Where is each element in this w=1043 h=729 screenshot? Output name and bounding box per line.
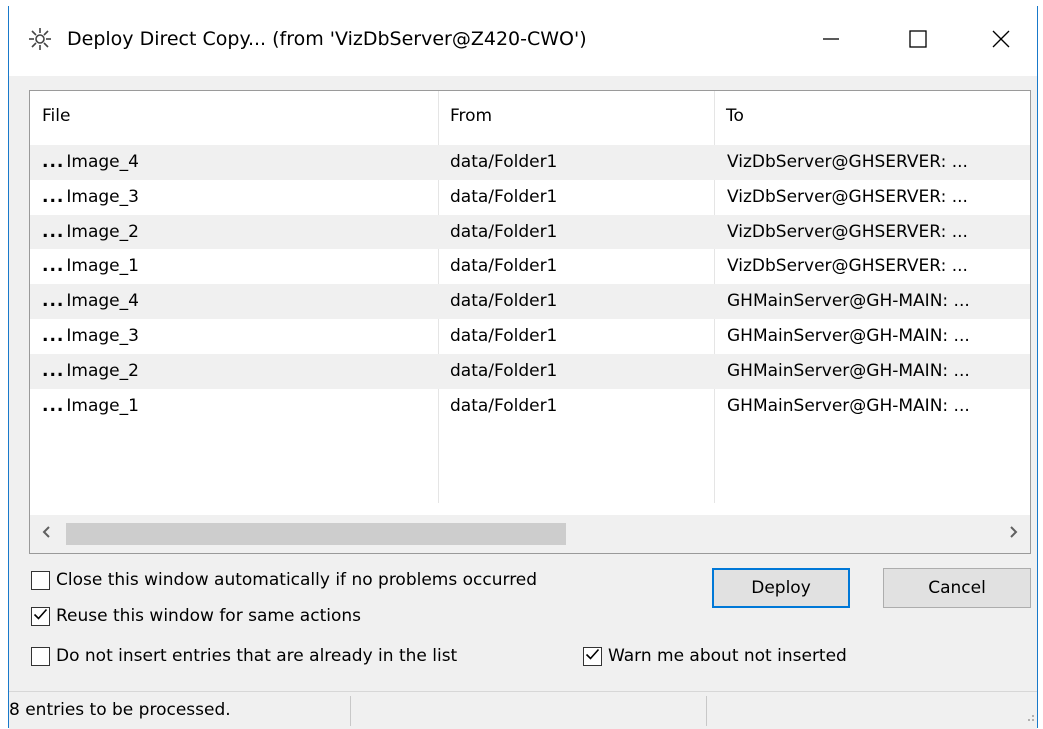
file-cell: ... Image_1 xyxy=(42,249,432,284)
checkmark-icon xyxy=(33,606,48,626)
from-cell: data/Folder1 xyxy=(450,325,558,346)
checkmark-icon xyxy=(585,646,600,666)
file-cell: ... Image_3 xyxy=(42,319,432,354)
column-header-file[interactable]: File xyxy=(30,91,438,141)
from-cell: data/Folder1 xyxy=(450,291,558,312)
file-name: Image_3 xyxy=(66,186,139,207)
column-header-from[interactable]: From xyxy=(438,91,714,141)
minimize-button[interactable] xyxy=(797,6,865,76)
tree-dots: ... xyxy=(42,395,65,416)
no-insert-duplicates-checkbox[interactable] xyxy=(31,646,50,666)
minimize-icon xyxy=(821,29,841,54)
tree-dots: ... xyxy=(42,256,65,277)
no-insert-duplicates-label: Do not insert entries that are already i… xyxy=(56,646,458,666)
tree-dots: ... xyxy=(42,186,65,207)
scroll-thumb[interactable] xyxy=(66,523,566,545)
scroll-left-button[interactable] xyxy=(30,515,64,553)
column-header-to[interactable]: To xyxy=(714,91,1030,141)
from-cell: data/Folder1 xyxy=(450,186,558,207)
deploy-dialog: Deploy Direct Copy... (from 'VizDbServer… xyxy=(8,6,1038,729)
table-row[interactable]: ... Image_4 data/Folder1 VizDbServer@GHSE… xyxy=(30,145,1030,180)
to-cell: GHMainServer@GH-MAIN: ... xyxy=(727,325,970,346)
close-automatically-label: Close this window automatically if no pr… xyxy=(56,570,538,590)
window-title: Deploy Direct Copy... (from 'VizDbServer… xyxy=(67,28,587,50)
status-divider xyxy=(706,696,707,726)
chevron-left-icon xyxy=(41,524,53,544)
warn-not-inserted-checkbox[interactable] xyxy=(583,646,602,666)
title-bar[interactable]: Deploy Direct Copy... (from 'VizDbServer… xyxy=(9,6,1037,76)
table-row[interactable]: ... Image_2 data/Folder1 GHMainServer@GH-… xyxy=(30,353,1030,389)
reuse-window-option[interactable]: Reuse this window for same actions xyxy=(31,606,361,626)
file-cell: ... Image_1 xyxy=(42,389,432,424)
file-cell: ... Image_3 xyxy=(42,180,432,215)
to-cell: GHMainServer@GH-MAIN: ... xyxy=(727,360,970,381)
status-bar: 8 entries to be processed. xyxy=(9,691,1037,729)
to-cell: VizDbServer@GHSERVER: ... xyxy=(727,221,968,242)
file-name: Image_1 xyxy=(66,395,139,416)
warn-not-inserted-label: Warn me about not inserted xyxy=(608,646,847,666)
table-row[interactable]: ... Image_1 data/Folder1 VizDbServer@GHSE… xyxy=(30,249,1030,284)
file-name: Image_2 xyxy=(66,360,139,381)
maximize-button[interactable] xyxy=(884,6,952,76)
resize-grip-icon[interactable] xyxy=(1023,707,1035,727)
gear-cluster-icon xyxy=(27,26,53,52)
to-cell: VizDbServer@GHSERVER: ... xyxy=(727,152,968,172)
table-row[interactable]: ... Image_1 data/Folder1 GHMainServer@GH-… xyxy=(30,389,1030,424)
file-name: Image_2 xyxy=(66,221,139,242)
file-cell: ... Image_4 xyxy=(42,284,432,319)
from-cell: data/Folder1 xyxy=(450,152,558,172)
deploy-button[interactable]: Deploy xyxy=(712,568,850,608)
table-row[interactable]: ... Image_2 data/Folder1 VizDbServer@GHSE… xyxy=(30,214,1030,250)
to-cell: GHMainServer@GH-MAIN: ... xyxy=(727,395,970,416)
table-row[interactable]: ... Image_3 data/Folder1 GHMainServer@GH-… xyxy=(30,319,1030,354)
from-cell: data/Folder1 xyxy=(450,221,558,242)
file-cell: ... Image_4 xyxy=(42,145,432,180)
horizontal-scrollbar[interactable] xyxy=(30,515,1030,553)
close-automatically-checkbox[interactable] xyxy=(31,570,50,590)
tree-dots: ... xyxy=(42,221,65,242)
to-cell: VizDbServer@GHSERVER: ... xyxy=(727,186,968,207)
cancel-button[interactable]: Cancel xyxy=(883,568,1031,608)
status-divider xyxy=(350,696,351,726)
list-rows: ... Image_4 data/Folder1 VizDbServer@GHSE… xyxy=(30,145,1030,423)
table-row[interactable]: ... Image_3 data/Folder1 VizDbServer@GHSE… xyxy=(30,180,1030,215)
deploy-list[interactable]: File From To ... Image_4 data/Folder1 Viz… xyxy=(29,90,1031,554)
to-cell: GHMainServer@GH-MAIN: ... xyxy=(727,291,970,312)
maximize-icon xyxy=(908,29,928,54)
tree-dots: ... xyxy=(42,152,65,172)
file-name: Image_1 xyxy=(66,256,139,277)
table-row[interactable]: ... Image_4 data/Folder1 GHMainServer@GH-… xyxy=(30,284,1030,319)
warn-not-inserted-option[interactable]: Warn me about not inserted xyxy=(583,646,847,666)
close-icon xyxy=(991,29,1011,54)
from-cell: data/Folder1 xyxy=(450,360,558,381)
tree-dots: ... xyxy=(42,291,65,312)
file-cell: ... Image_2 xyxy=(42,354,432,389)
tree-dots: ... xyxy=(42,360,65,381)
reuse-window-label: Reuse this window for same actions xyxy=(56,606,361,626)
reuse-window-checkbox[interactable] xyxy=(31,606,50,626)
from-cell: data/Folder1 xyxy=(450,256,558,277)
no-insert-duplicates-option[interactable]: Do not insert entries that are already i… xyxy=(31,646,457,666)
scroll-right-button[interactable] xyxy=(996,515,1030,553)
status-text: 8 entries to be processed. xyxy=(9,700,231,720)
to-cell: VizDbServer@GHSERVER: ... xyxy=(727,256,968,277)
file-name: Image_3 xyxy=(66,325,139,346)
file-cell: ... Image_2 xyxy=(42,215,432,250)
list-header: File From To xyxy=(30,91,1030,141)
close-button[interactable] xyxy=(967,6,1035,76)
close-automatically-option[interactable]: Close this window automatically if no pr… xyxy=(31,570,537,590)
from-cell: data/Folder1 xyxy=(450,395,558,416)
tree-dots: ... xyxy=(42,325,65,346)
file-name: Image_4 xyxy=(66,291,139,312)
file-name: Image_4 xyxy=(66,152,139,172)
chevron-right-icon xyxy=(1007,524,1019,544)
